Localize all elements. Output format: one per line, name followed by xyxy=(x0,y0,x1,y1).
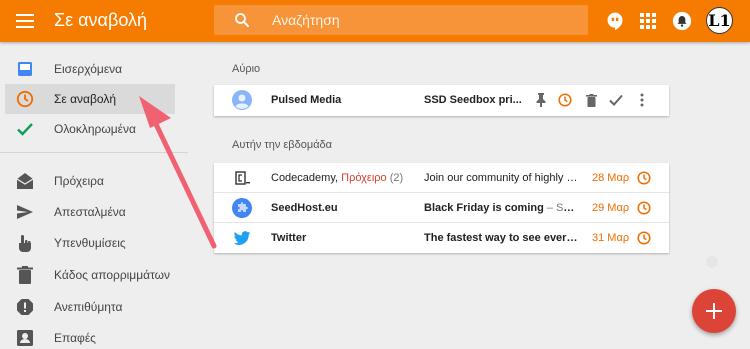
sender-name: Codecademy, Πρόχειρο (2) xyxy=(271,172,404,184)
tomorrow-card: Pulsed Media SSD Seedbox pri... xyxy=(214,85,669,116)
snooze-date: 28 Μαρ xyxy=(592,172,630,184)
sidebar-item-label: Πρόχειρα xyxy=(54,174,104,188)
snippet: – Seed... xyxy=(546,202,579,214)
clock-icon xyxy=(16,90,34,108)
drafts-icon xyxy=(16,172,34,190)
search-icon[interactable] xyxy=(233,11,251,29)
send-icon xyxy=(16,203,34,221)
sidebar-divider xyxy=(0,152,188,153)
page-title: Σε αναβολή xyxy=(54,10,147,30)
apps-grid-icon[interactable] xyxy=(636,9,660,33)
sidebar-item-spam[interactable]: Ανεπιθύμητα xyxy=(0,292,188,322)
snooze-clock-icon[interactable] xyxy=(637,231,651,245)
section-label-this-week: Αυτήν την εβδομάδα xyxy=(232,139,333,151)
codecademy-icon xyxy=(235,171,250,185)
menu-icon[interactable] xyxy=(16,13,34,29)
thread-count: (2) xyxy=(389,172,404,184)
sidebar-item-reminders[interactable]: Υπενθυμίσεις xyxy=(0,228,188,258)
search-bar[interactable]: Αναζήτηση xyxy=(214,5,588,35)
contacts-icon xyxy=(16,329,34,347)
list-item[interactable]: Pulsed Media SSD Seedbox pri... xyxy=(214,85,669,116)
delete-icon[interactable] xyxy=(584,93,598,107)
section-label-tomorrow: Αύριο xyxy=(232,63,261,75)
sidebar-item-label: Υπενθυμίσεις xyxy=(54,236,126,250)
sender-name: SeedHost.eu xyxy=(271,202,338,214)
draft-label: Πρόχειρο xyxy=(341,172,387,184)
sidebar-item-done[interactable]: Ολοκληρωμένα xyxy=(0,114,188,144)
sidebar-item-label: Απεσταλμένα xyxy=(54,205,126,219)
sidebar-item-drafts[interactable]: Πρόχειρα xyxy=(0,166,188,196)
hangouts-icon[interactable] xyxy=(603,9,627,33)
person-avatar-icon xyxy=(232,90,252,110)
sidebar-item-trash[interactable]: Κάδος απορριμμάτων xyxy=(0,260,188,290)
this-week-card: Codecademy, Πρόχειρο (2) Join our commun… xyxy=(214,163,669,253)
subject: The fastest way to see every s... xyxy=(424,232,579,244)
more-options-icon[interactable] xyxy=(635,93,649,107)
twitter-icon xyxy=(233,231,251,245)
list-item[interactable]: Twitter The fastest way to see every s..… xyxy=(214,223,669,253)
sidebar-item-label: Σε αναβολή xyxy=(54,92,116,106)
puzzle-icon xyxy=(232,198,252,218)
search-input[interactable]: Αναζήτηση xyxy=(272,12,340,28)
list-item[interactable]: SeedHost.eu Black Friday is coming – See… xyxy=(214,193,669,223)
sender-name: Pulsed Media xyxy=(271,94,342,106)
sidebar-item-label: Κάδος απορριμμάτων xyxy=(54,268,171,282)
reminder-hand-icon xyxy=(16,234,34,252)
trash-icon xyxy=(16,266,34,284)
subject: SSD Seedbox pri... xyxy=(424,94,522,106)
pin-icon[interactable] xyxy=(534,93,548,107)
sidebar-item-sent[interactable]: Απεσταλμένα xyxy=(0,197,188,227)
inbox-icon xyxy=(16,60,34,78)
plus-icon xyxy=(706,303,722,319)
snooze-date: 31 Μαρ xyxy=(592,232,630,244)
sender-name: Twitter xyxy=(271,232,307,244)
snooze-clock-icon[interactable] xyxy=(637,171,651,185)
sidebar-item-inbox[interactable]: Εισερχόμενα xyxy=(0,54,188,84)
subject: Black Friday is coming – Seed... xyxy=(424,202,579,214)
top-app-bar: Σε αναβολή Αναζήτηση L1 xyxy=(0,0,750,42)
sidebar-item-snoozed[interactable]: Σε αναβολή xyxy=(5,84,175,114)
mark-done-check-icon[interactable] xyxy=(609,93,623,107)
account-avatar[interactable]: L1 xyxy=(706,7,733,34)
sidebar-item-contacts[interactable]: Επαφές xyxy=(0,323,188,349)
notifications-bell-icon[interactable] xyxy=(670,9,694,33)
sidebar-item-label: Ανεπιθύμητα xyxy=(54,300,123,314)
snooze-clock-icon[interactable] xyxy=(558,93,572,107)
snooze-clock-icon[interactable] xyxy=(637,201,651,215)
sidebar-item-label: Ολοκληρωμένα xyxy=(54,122,136,136)
subject: Join our community of highly mo... xyxy=(424,172,579,184)
spam-icon xyxy=(16,298,34,316)
faint-indicator xyxy=(706,256,718,268)
sidebar: Εισερχόμενα Σε αναβολή Ολοκληρωμένα Πρόχ… xyxy=(0,42,188,349)
sidebar-item-label: Εισερχόμενα xyxy=(54,62,123,76)
sidebar-item-label: Επαφές xyxy=(54,331,96,345)
snooze-date: 29 Μαρ xyxy=(592,202,630,214)
check-icon xyxy=(16,120,34,138)
list-item[interactable]: Codecademy, Πρόχειρο (2) Join our commun… xyxy=(214,163,669,193)
compose-fab-button[interactable] xyxy=(692,289,736,333)
